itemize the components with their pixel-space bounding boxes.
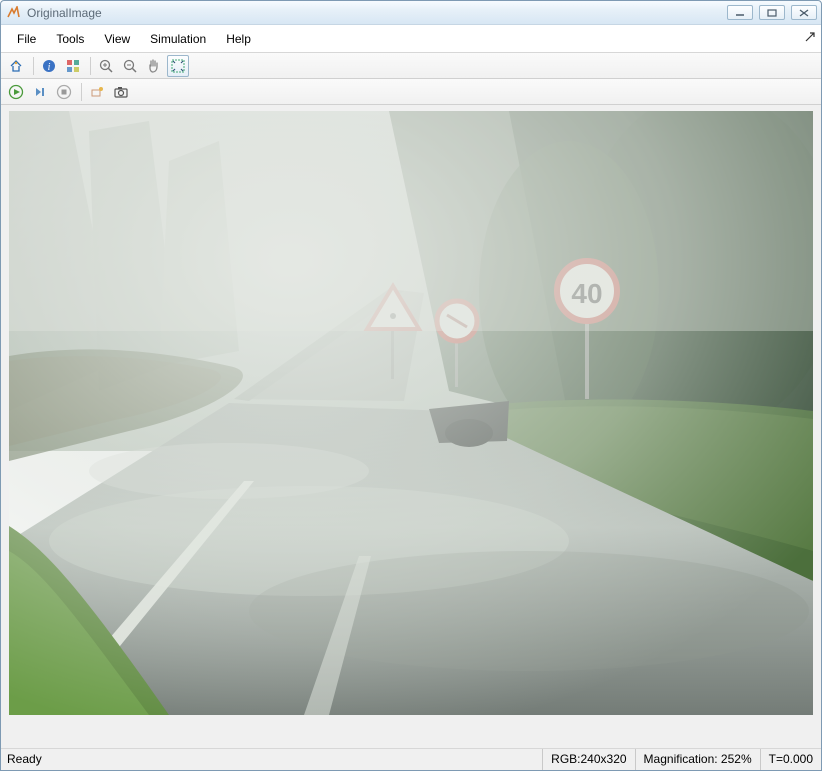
step-forward-icon[interactable] — [29, 81, 51, 103]
fit-to-view-icon[interactable] — [167, 55, 189, 77]
highlight-icon[interactable] — [86, 81, 108, 103]
svg-text:i: i — [48, 62, 51, 73]
statusbar: Ready RGB:240x320 Magnification: 252% T=… — [1, 748, 821, 770]
toolbar-separator — [81, 83, 82, 101]
zoom-out-icon[interactable] — [119, 55, 141, 77]
pan-icon[interactable] — [143, 55, 165, 77]
status-rgb: RGB:240x320 — [542, 749, 634, 770]
titlebar: OriginalImage — [1, 1, 821, 25]
app-window: OriginalImage File Tools View Simulation… — [0, 0, 822, 771]
toolbar-1: i — [1, 53, 821, 79]
toolbar-separator — [33, 57, 34, 75]
menubar: File Tools View Simulation Help — [1, 25, 821, 53]
menu-file[interactable]: File — [7, 28, 46, 50]
image-display[interactable]: 40 — [9, 111, 813, 715]
status-magnification: Magnification: 252% — [635, 749, 760, 770]
zoom-in-icon[interactable] — [95, 55, 117, 77]
status-time: T=0.000 — [760, 749, 821, 770]
menu-tools[interactable]: Tools — [46, 28, 94, 50]
menu-view[interactable]: View — [94, 28, 140, 50]
window-title: OriginalImage — [27, 6, 727, 20]
status-ready: Ready — [1, 749, 542, 770]
maximize-button[interactable] — [759, 5, 785, 20]
menu-help[interactable]: Help — [216, 28, 261, 50]
home-icon[interactable] — [5, 55, 27, 77]
dock-icon[interactable] — [805, 31, 815, 45]
canvas-area: 40 — [1, 105, 821, 748]
stop-icon[interactable] — [53, 81, 75, 103]
minimize-button[interactable] — [727, 5, 753, 20]
toolbar-separator — [90, 57, 91, 75]
matlab-app-icon — [5, 5, 21, 21]
window-buttons — [727, 5, 817, 20]
snapshot-icon[interactable] — [110, 81, 132, 103]
close-button[interactable] — [791, 5, 817, 20]
info-icon[interactable]: i — [38, 55, 60, 77]
menu-simulation[interactable]: Simulation — [140, 28, 216, 50]
run-icon[interactable] — [5, 81, 27, 103]
toolbar-2 — [1, 79, 821, 105]
palette-icon[interactable] — [62, 55, 84, 77]
